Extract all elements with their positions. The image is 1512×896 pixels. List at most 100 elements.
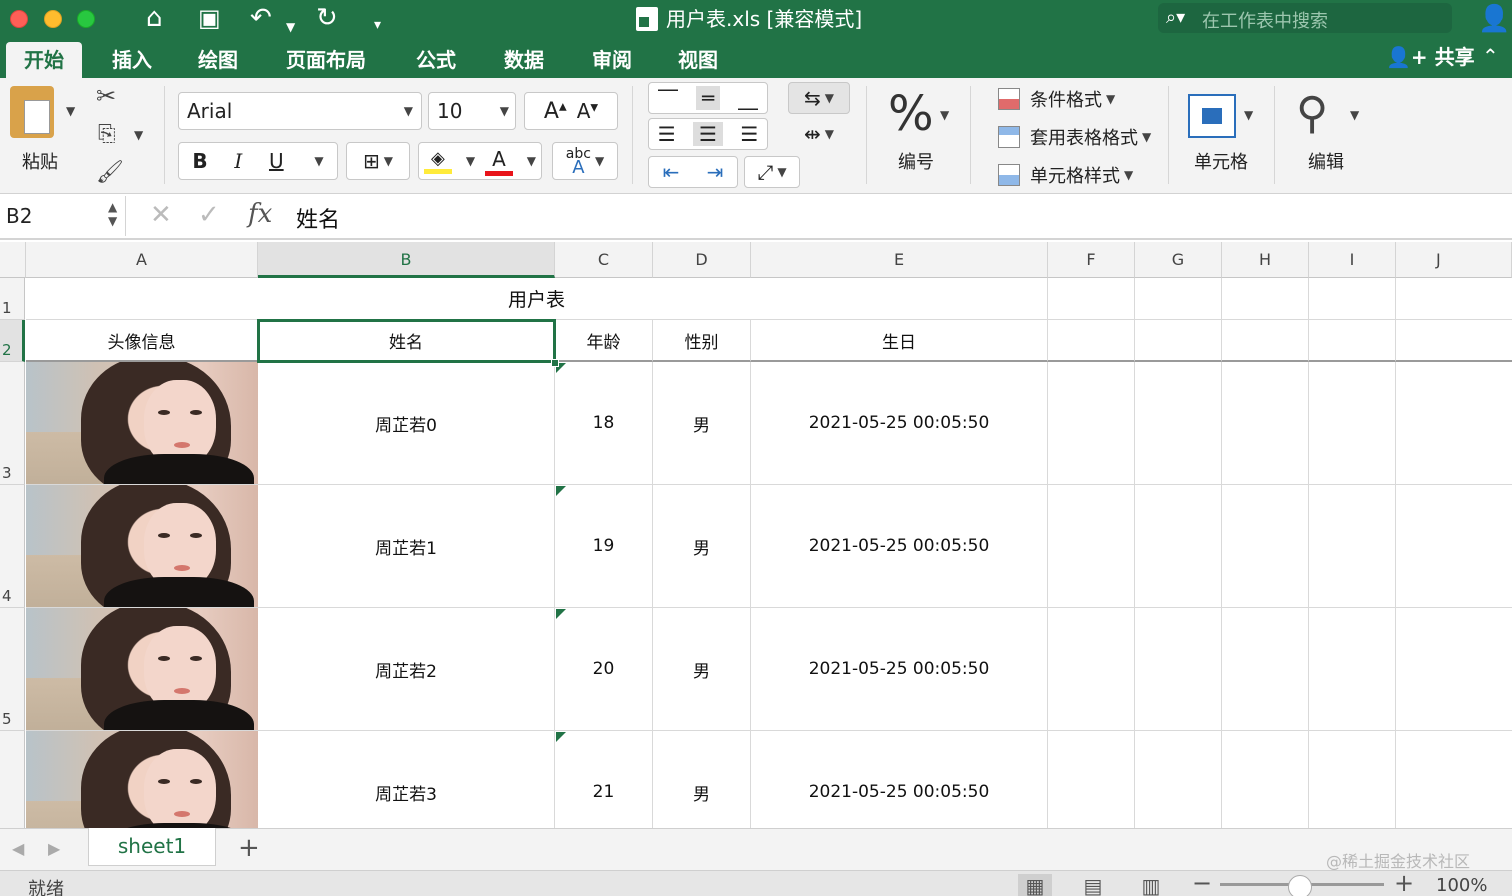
tab-review[interactable]: 审阅 xyxy=(574,42,650,78)
column-header-d[interactable]: D xyxy=(653,242,751,278)
tab-draw[interactable]: 绘图 xyxy=(180,42,256,78)
header-cell-gender[interactable]: 性别 xyxy=(653,320,751,362)
font-color-dropdown-icon[interactable]: ▼ xyxy=(527,154,536,168)
underline-button[interactable]: U xyxy=(269,149,284,173)
empty-cell[interactable] xyxy=(1222,485,1309,608)
phonetic-button[interactable]: abc A ▼ xyxy=(552,142,618,180)
empty-cell[interactable] xyxy=(1222,320,1309,362)
error-indicator-icon[interactable] xyxy=(556,732,566,742)
redo-icon[interactable]: ↻ xyxy=(316,3,338,33)
maximize-window-button[interactable] xyxy=(77,10,95,28)
select-all-button[interactable] xyxy=(0,242,26,278)
add-sheet-icon[interactable]: + xyxy=(238,833,260,863)
confirm-icon[interactable]: ✓ xyxy=(198,200,220,230)
edit-dropdown-icon[interactable]: ▼ xyxy=(1350,108,1359,122)
header-cell-birthday[interactable]: 生日 xyxy=(751,320,1048,362)
copy-icon[interactable]: ⎘ xyxy=(98,122,116,147)
table-format-button[interactable]: 套用表格格式 ▼ xyxy=(998,122,1151,152)
zoom-slider-thumb[interactable] xyxy=(1288,875,1312,896)
empty-cell[interactable] xyxy=(1396,278,1512,320)
sheet-title-cell[interactable]: 用户表 xyxy=(26,278,1048,320)
align-top-icon[interactable]: ⎺ xyxy=(658,86,678,110)
fill-color-dropdown-icon[interactable]: ▼ xyxy=(466,154,475,168)
paste-icon[interactable] xyxy=(10,86,54,138)
paste-dropdown-icon[interactable]: ▼ xyxy=(66,104,75,118)
cells-icon[interactable] xyxy=(1188,94,1236,138)
align-left-icon[interactable]: ☰ xyxy=(658,122,676,146)
empty-cell[interactable] xyxy=(1135,362,1222,485)
age-cell[interactable]: 19 xyxy=(555,485,653,608)
column-header-h[interactable]: H xyxy=(1222,242,1309,278)
formula-input[interactable]: 姓名 xyxy=(296,202,340,234)
find-icon[interactable]: ⚲ xyxy=(1296,88,1328,139)
empty-cell[interactable] xyxy=(1309,320,1396,362)
column-header-j[interactable]: J xyxy=(1396,242,1512,278)
age-cell[interactable]: 18 xyxy=(555,362,653,485)
tab-home[interactable]: 开始 xyxy=(6,42,82,78)
empty-cell[interactable] xyxy=(1396,362,1512,485)
empty-cell[interactable] xyxy=(1309,362,1396,485)
sheet-search-box[interactable]: ⌕▾ 在工作表中搜索 xyxy=(1158,3,1452,33)
grow-font-button[interactable]: A▲ xyxy=(544,99,567,124)
row-header-4[interactable]: 4 xyxy=(0,485,25,608)
row-header-5[interactable]: 5 xyxy=(0,608,25,731)
share-button[interactable]: 👤+ 共享 xyxy=(1386,42,1475,72)
font-size-select[interactable]: 10 ▼ xyxy=(428,92,516,130)
age-cell[interactable]: 20 xyxy=(555,608,653,731)
zoom-level[interactable]: 100% xyxy=(1436,875,1487,896)
tab-data[interactable]: 数据 xyxy=(486,42,562,78)
avatar-image[interactable] xyxy=(26,608,258,730)
align-center-icon[interactable]: ☰ xyxy=(693,122,723,146)
wrap-text-button[interactable]: ⇆ ▼ xyxy=(788,82,850,114)
empty-cell[interactable] xyxy=(1396,320,1512,362)
undo-icon[interactable]: ↶ xyxy=(250,3,272,33)
header-cell-avatar[interactable]: 头像信息 xyxy=(26,320,258,362)
column-header-c[interactable]: C xyxy=(555,242,653,278)
name-cell[interactable]: 周芷若0 xyxy=(258,362,555,485)
empty-cell[interactable] xyxy=(1309,731,1396,828)
header-cell-age[interactable]: 年龄 xyxy=(555,320,653,362)
birthday-cell[interactable]: 2021-05-25 00:05:50 xyxy=(751,362,1048,485)
avatar-image[interactable] xyxy=(26,731,258,828)
save-icon[interactable]: ▣ xyxy=(198,3,221,33)
italic-button[interactable]: I xyxy=(234,149,242,173)
empty-cell[interactable] xyxy=(1135,278,1222,320)
row-header-1[interactable]: 1 xyxy=(0,278,25,320)
bold-button[interactable]: B xyxy=(192,149,207,173)
page-layout-view-icon[interactable]: ▤ xyxy=(1076,874,1110,896)
conditional-format-button[interactable]: 条件格式 ▼ xyxy=(998,84,1115,114)
align-middle-icon[interactable]: ═ xyxy=(695,86,721,110)
cancel-icon[interactable]: ✕ xyxy=(150,200,172,230)
column-header-g[interactable]: G xyxy=(1135,242,1222,278)
empty-cell[interactable] xyxy=(1222,278,1309,320)
align-right-icon[interactable]: ☰ xyxy=(740,122,758,146)
normal-view-icon[interactable]: ▦ xyxy=(1018,874,1052,896)
empty-cell[interactable] xyxy=(1048,731,1135,828)
empty-cell[interactable] xyxy=(1309,608,1396,731)
column-header-a[interactable]: A xyxy=(26,242,258,278)
row-header-3[interactable]: 3 xyxy=(0,362,25,485)
collapse-ribbon-icon[interactable]: ⌃ xyxy=(1482,44,1499,68)
age-cell[interactable]: 21 xyxy=(555,731,653,828)
birthday-cell[interactable]: 2021-05-25 00:05:50 xyxy=(751,485,1048,608)
birthday-cell[interactable]: 2021-05-25 00:05:50 xyxy=(751,608,1048,731)
gender-cell[interactable]: 男 xyxy=(653,362,751,485)
empty-cell[interactable] xyxy=(1309,485,1396,608)
name-cell[interactable]: 周芷若1 xyxy=(258,485,555,608)
column-header-i[interactable]: I xyxy=(1309,242,1396,278)
gender-cell[interactable]: 男 xyxy=(653,731,751,828)
copy-dropdown-icon[interactable]: ▼ xyxy=(134,128,143,142)
tab-view[interactable]: 视图 xyxy=(660,42,736,78)
borders-button[interactable]: ⊞ ▼ xyxy=(346,142,410,180)
prev-sheet-icon[interactable]: ◀ xyxy=(12,839,24,858)
next-sheet-icon[interactable]: ▶ xyxy=(48,839,60,858)
error-indicator-icon[interactable] xyxy=(556,609,566,619)
empty-cell[interactable] xyxy=(1309,278,1396,320)
minimize-window-button[interactable] xyxy=(44,10,62,28)
empty-cell[interactable] xyxy=(1135,320,1222,362)
decrease-indent-icon[interactable]: ⇤ xyxy=(663,160,680,184)
gender-cell[interactable]: 男 xyxy=(653,485,751,608)
name-box-stepper[interactable]: ▲ ▼ xyxy=(108,200,117,228)
zoom-in-icon[interactable]: + xyxy=(1394,869,1414,896)
account-icon[interactable]: 👤 xyxy=(1478,4,1510,34)
